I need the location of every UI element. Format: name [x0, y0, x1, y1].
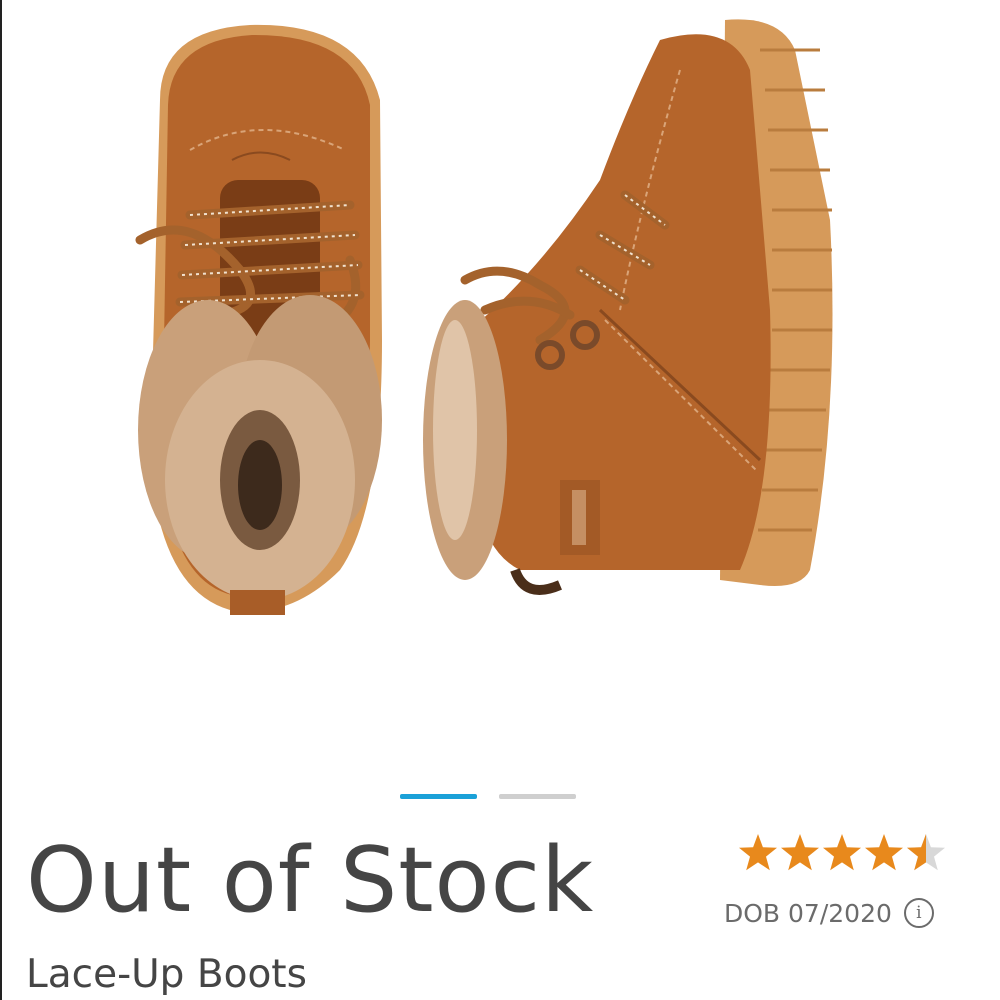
stock-status-heading: Out of Stock [26, 828, 595, 933]
star-4 [865, 834, 903, 871]
dob-label: DOB 07/2020 [724, 898, 892, 928]
carousel-dot-1-active[interactable] [400, 794, 477, 799]
carousel-indicators [400, 794, 576, 800]
info-icon[interactable]: i [903, 898, 934, 928]
left-boot-illustration [135, 24, 382, 615]
rating-stars[interactable] [737, 830, 947, 876]
star-2 [781, 834, 819, 871]
left-edge-border [0, 0, 2, 1000]
star-3 [823, 834, 861, 871]
dob-line: DOB 07/2020 i [724, 896, 934, 930]
carousel-dot-2[interactable] [499, 794, 576, 799]
right-boot-illustration [423, 19, 833, 595]
product-name: Lace-Up Boots [26, 952, 307, 997]
product-image[interactable] [120, 10, 860, 650]
star-1 [739, 834, 777, 871]
